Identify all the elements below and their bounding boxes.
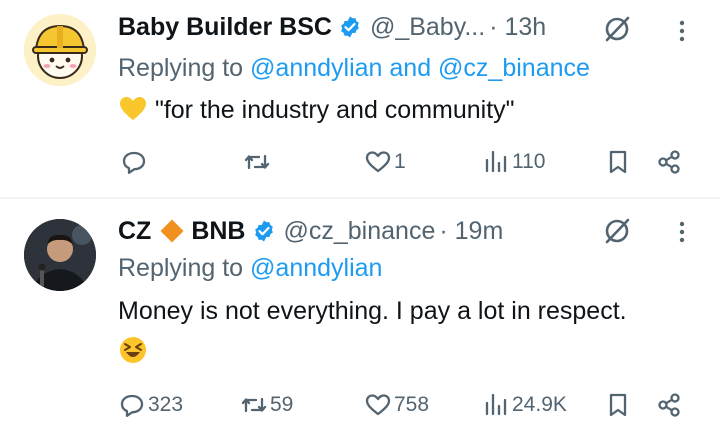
views-icon (485, 393, 507, 416)
views-icon (485, 150, 507, 173)
views-button[interactable]: 24.9K (482, 385, 567, 425)
reply-icon (122, 151, 146, 174)
tweet-text: Money is not everything. I pay a lot in … (118, 293, 700, 369)
avatar-cz-icon (24, 219, 96, 291)
replying-to: Replying to @anndylian (118, 254, 383, 282)
orange-diamond-icon (160, 219, 184, 243)
timestamp[interactable]: · 13h (489, 13, 546, 42)
reply-button[interactable] (120, 142, 150, 182)
tweet-baby-builder[interactable]: Baby Builder BSC @_Baby... · 13h Replyin… (0, 0, 720, 198)
avatar[interactable] (24, 14, 96, 86)
avatar-baby-builder-icon (24, 14, 96, 86)
share-button[interactable] (655, 142, 683, 182)
grok-icon[interactable] (602, 14, 632, 44)
laughing-face-icon (120, 337, 146, 363)
heart-icon (365, 394, 391, 416)
retweet-count: 59 (270, 393, 294, 416)
tweet-actions: 323 59 758 24.9K (0, 385, 720, 425)
replying-to-link[interactable]: @anndylian (250, 254, 382, 282)
replying-to-links[interactable]: @anndylian and @cz_binance (250, 54, 590, 82)
timestamp[interactable]: · 19m (439, 217, 503, 246)
replying-to: Replying to @anndylian and @cz_binance (118, 54, 590, 82)
grok-icon[interactable] (602, 216, 632, 246)
verified-badge-icon (254, 220, 273, 242)
reply-icon (120, 394, 144, 417)
author-name[interactable]: Baby Builder BSC (118, 13, 332, 42)
views-button[interactable]: 110 (482, 142, 545, 182)
retweet-button[interactable] (243, 142, 273, 182)
view-count: 24.9K (512, 393, 567, 416)
author-name-part1[interactable]: CZ (118, 217, 151, 246)
yellow-heart-icon (120, 97, 146, 120)
retweet-icon (244, 154, 270, 170)
author-handle[interactable]: @_Baby... (370, 13, 485, 42)
verified-badge-icon (341, 16, 359, 38)
view-count: 110 (512, 150, 546, 173)
share-icon (658, 393, 680, 417)
retweet-button[interactable]: 59 (240, 385, 293, 425)
bookmark-button[interactable] (604, 385, 632, 425)
tweet-cz-binance[interactable]: CZ BNB @cz_binance · 19m Replying to @an… (0, 199, 720, 436)
like-button[interactable]: 1 (364, 142, 406, 182)
more-options-icon[interactable] (672, 16, 692, 46)
bookmark-button[interactable] (604, 142, 632, 182)
like-count: 758 (394, 393, 430, 416)
like-button[interactable]: 758 (364, 385, 429, 425)
author-handle[interactable]: @cz_binance (284, 217, 436, 246)
share-icon (658, 150, 680, 174)
tweet-actions: 1 110 (0, 142, 720, 182)
reply-count: 323 (148, 393, 184, 416)
retweet-icon (241, 397, 267, 413)
reply-button[interactable]: 323 (118, 385, 183, 425)
author-name-part2[interactable]: BNB (191, 217, 245, 246)
share-button[interactable] (655, 385, 683, 425)
tweet-text: "for the industry and community" (118, 92, 700, 128)
like-count: 1 (394, 150, 406, 173)
bookmark-icon (609, 150, 627, 174)
more-options-icon[interactable] (672, 217, 692, 247)
bookmark-icon (609, 393, 627, 417)
heart-icon (365, 151, 391, 173)
avatar[interactable] (24, 219, 96, 291)
